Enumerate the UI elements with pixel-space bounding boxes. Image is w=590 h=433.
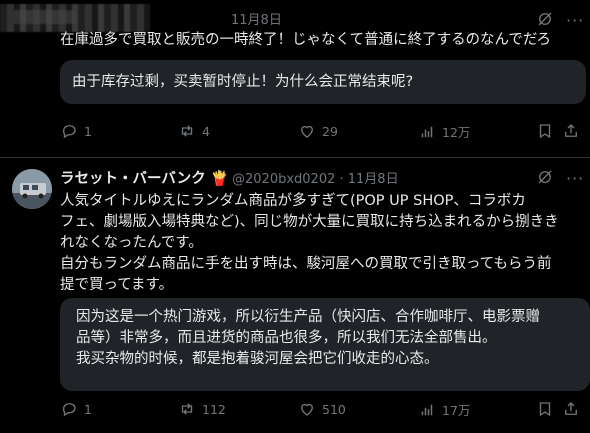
bookmark-icon	[539, 402, 551, 417]
tweet-line: 自分もランダム商品に手を出す時は、駿河屋への買取で引き取ってもらう前	[60, 256, 552, 272]
reply-count: 1	[84, 401, 92, 417]
reply-count: 1	[84, 123, 92, 139]
reply-button[interactable]: 1	[60, 400, 92, 418]
translation-box: 因为这是一个热门游戏，所以衍生产品（快闪店、合作咖啡厅、电影票赠 品等）非常多，…	[60, 298, 590, 391]
bookmark-button[interactable]	[536, 122, 554, 140]
retweet-icon	[181, 403, 193, 415]
tweet-line: フェ、劇場版入場特典など)、同じ物が大量に買取に持ち込まれるから捌きき	[60, 214, 559, 230]
reply-icon	[62, 403, 76, 417]
reply-icon	[62, 125, 76, 139]
bookmark-icon	[539, 124, 551, 139]
blurred-author	[0, 4, 150, 32]
views-icon	[421, 404, 433, 415]
tweet-text: 人気タイトルゆえにランダム商品が多すぎて(POP UP SHOP、コラボカ フェ…	[60, 191, 582, 296]
views-button[interactable]: 17万	[418, 400, 470, 419]
avatar[interactable]	[12, 169, 52, 209]
retweet-icon	[181, 125, 193, 137]
translation-line: 品等）非常多，而且进货的商品也很多，所以我们无法全部售出。	[76, 330, 497, 346]
like-button[interactable]: 29	[298, 122, 338, 140]
retweet-button[interactable]: 4	[178, 122, 210, 140]
views-count: 17万	[442, 403, 471, 418]
retweet-count: 112	[202, 401, 226, 417]
share-button[interactable]	[562, 122, 580, 140]
grok-icon[interactable]	[536, 168, 554, 186]
tweet-line: 人気タイトルゆえにランダム商品が多すぎて(POP UP SHOP、コラボカ	[60, 193, 526, 209]
retweet-count: 4	[202, 123, 210, 139]
share-icon	[565, 124, 577, 137]
translation-text: 由于库存过剩，买卖暂时停止！为什么会正常结束呢?	[72, 73, 414, 90]
tweet-2[interactable]: ラセット・バーバンク 🍟 @2020bxd0202 · 11月8日 ··· 人気…	[0, 158, 590, 433]
grok-icon[interactable]	[536, 10, 554, 28]
action-bar: 1 4 29 12万	[60, 122, 580, 146]
translation-line: 因为这是一个热门游戏，所以衍生产品（快闪店、合作咖啡厅、电影票赠	[76, 309, 540, 325]
action-bar: 1 112 510 17万	[60, 400, 580, 424]
tweet-date[interactable]: 11月8日	[231, 9, 282, 28]
tweet-line: れなくなったんです。	[60, 235, 203, 251]
like-count: 29	[322, 123, 338, 139]
views-icon	[421, 126, 433, 137]
heart-icon	[301, 403, 313, 416]
share-icon	[565, 402, 577, 415]
handle-and-date[interactable]: @2020bxd0202 · 11月8日	[232, 168, 399, 187]
heart-icon	[301, 125, 313, 138]
more-icon[interactable]: ···	[566, 169, 584, 188]
tweet-text: 在庫過多で買取と販売の一時終了！じゃなくて普通に終了するのなんでだろ	[60, 32, 551, 48]
like-button[interactable]: 510	[298, 400, 346, 418]
translation-box: 由于库存过剩，买卖暂时停止！为什么会正常结束呢?	[60, 60, 586, 104]
like-count: 510	[322, 401, 346, 417]
views-count: 12万	[442, 125, 471, 140]
share-button[interactable]	[562, 400, 580, 418]
more-icon[interactable]: ···	[566, 11, 584, 30]
tweet-1[interactable]: 11月8日 ··· 在庫過多で買取と販売の一時終了！じゃなくて普通に終了するのな…	[0, 0, 590, 158]
views-button[interactable]: 12万	[418, 122, 470, 141]
translation-line: 我买杂物的时候，都是抱着骏河屋会把它们收走的心态。	[76, 351, 439, 367]
bookmark-button[interactable]	[536, 400, 554, 418]
reply-button[interactable]: 1	[60, 122, 92, 140]
display-name[interactable]: ラセット・バーバンク 🍟	[60, 167, 229, 188]
tweet-line: 提で買ってます。	[60, 277, 174, 293]
retweet-button[interactable]: 112	[178, 400, 226, 418]
fries-emoji-icon: 🍟	[210, 171, 229, 187]
